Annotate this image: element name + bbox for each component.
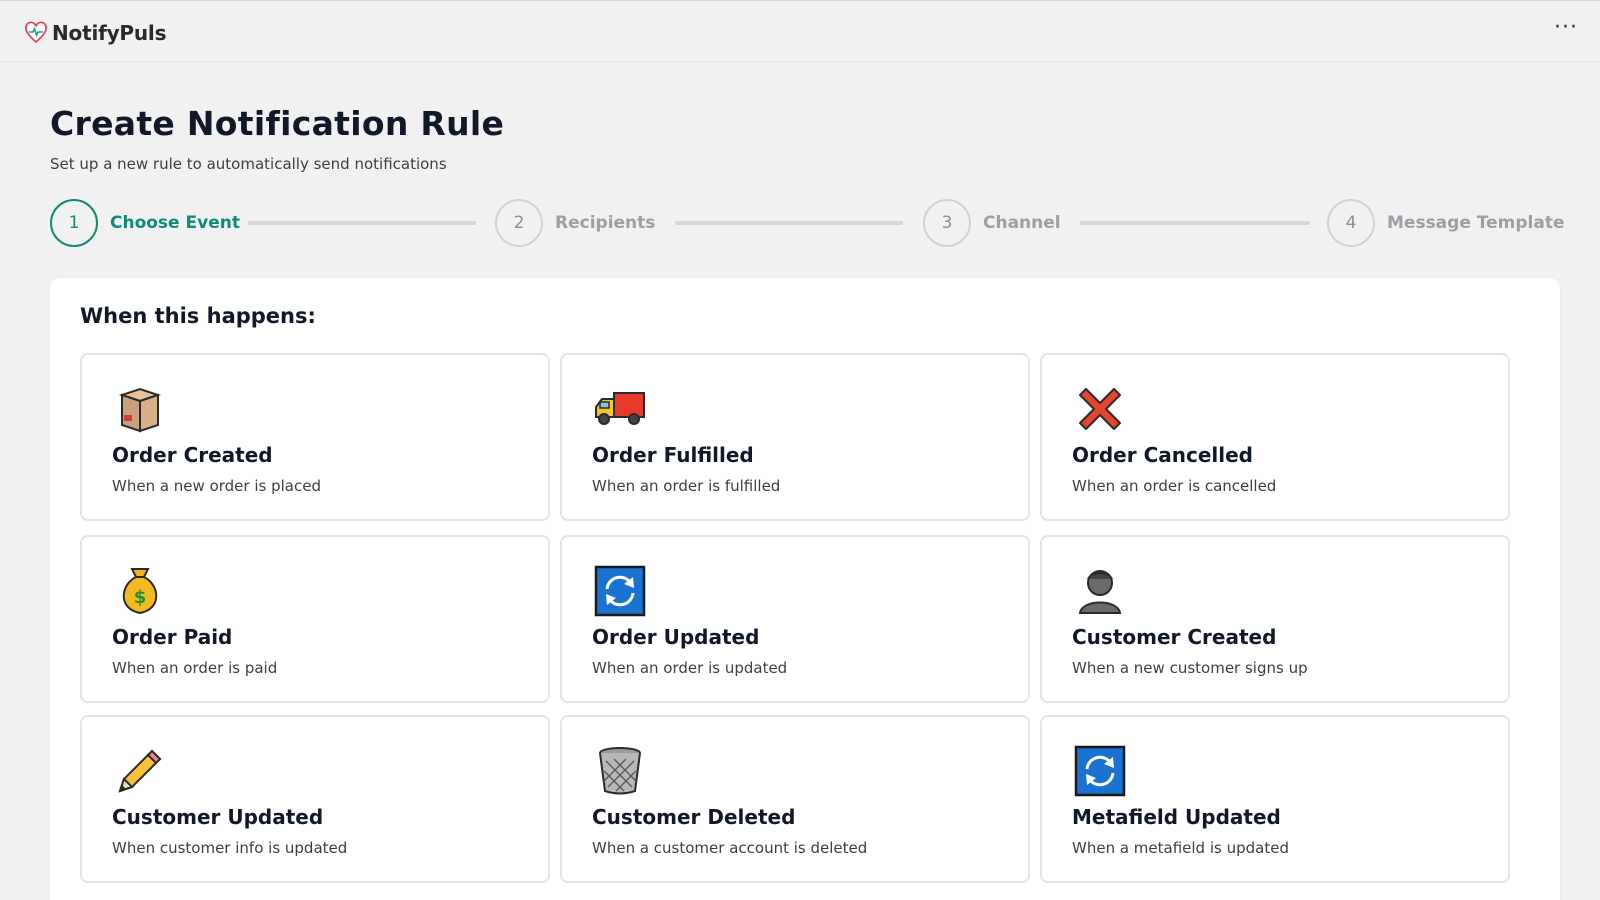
step-connector bbox=[248, 221, 476, 225]
page-title: Create Notification Rule bbox=[50, 104, 505, 143]
event-title: Order Fulfilled bbox=[592, 443, 754, 467]
step-number: 2 bbox=[495, 199, 543, 247]
event-title: Metafield Updated bbox=[1072, 805, 1281, 829]
event-description: When an order is paid bbox=[112, 659, 278, 677]
event-card-order-fulfilled[interactable]: Order Fulfilled When an order is fulfill… bbox=[560, 353, 1030, 521]
step-recipients[interactable]: 2 Recipients bbox=[495, 199, 655, 247]
event-title: Order Cancelled bbox=[1072, 443, 1253, 467]
event-card-order-cancelled[interactable]: Order Cancelled When an order is cancell… bbox=[1040, 353, 1510, 521]
more-options-icon[interactable]: ··· bbox=[1554, 17, 1578, 39]
event-title: Order Created bbox=[112, 443, 273, 467]
svg-text:$: $ bbox=[134, 587, 147, 608]
step-connector bbox=[1080, 221, 1310, 225]
page-subtitle: Set up a new rule to automatically send … bbox=[50, 155, 447, 173]
event-title: Customer Updated bbox=[112, 805, 324, 829]
step-number: 4 bbox=[1327, 199, 1375, 247]
event-description: When a new order is placed bbox=[112, 477, 321, 495]
event-card-customer-deleted[interactable]: Customer Deleted When a customer account… bbox=[560, 715, 1030, 883]
step-choose-event[interactable]: 1 Choose Event bbox=[50, 199, 240, 247]
heart-logo-icon bbox=[25, 21, 47, 44]
event-description: When a customer account is deleted bbox=[592, 839, 868, 857]
event-title: Order Updated bbox=[592, 625, 760, 649]
step-label: Message Template bbox=[1387, 213, 1565, 233]
event-description: When customer info is updated bbox=[112, 839, 348, 857]
wastebasket-icon bbox=[599, 747, 641, 795]
refresh-icon bbox=[1074, 745, 1126, 797]
event-card-customer-created[interactable]: Customer Created When a new customer sig… bbox=[1040, 535, 1510, 703]
refresh-icon bbox=[594, 565, 646, 617]
step-label: Choose Event bbox=[110, 213, 240, 233]
event-description: When an order is updated bbox=[592, 659, 788, 677]
stepper: 1 Choose Event 2 Recipients 3 Channel 4 … bbox=[50, 199, 1564, 247]
event-title: Customer Deleted bbox=[592, 805, 796, 829]
step-label: Channel bbox=[983, 213, 1061, 233]
event-description: When a new customer signs up bbox=[1072, 659, 1308, 677]
brand[interactable]: NotifyPuls bbox=[24, 21, 166, 45]
event-card-order-paid[interactable]: $ Order Paid When an order is paid bbox=[80, 535, 550, 703]
event-description: When an order is cancelled bbox=[1072, 477, 1277, 495]
top-bar: NotifyPuls ··· bbox=[0, 0, 1600, 62]
step-message-template[interactable]: 4 Message Template bbox=[1327, 199, 1564, 247]
event-description: When an order is fulfilled bbox=[592, 477, 781, 495]
truck-icon bbox=[595, 392, 645, 425]
step-number: 1 bbox=[50, 199, 98, 247]
step-channel[interactable]: 3 Channel bbox=[923, 199, 1061, 247]
event-card-order-created[interactable]: Order Created When a new order is placed bbox=[80, 353, 550, 521]
step-connector bbox=[675, 221, 903, 225]
step-label: Recipients bbox=[555, 213, 656, 233]
event-title: Customer Created bbox=[1072, 625, 1277, 649]
cross-mark-icon bbox=[1079, 388, 1121, 430]
event-card-customer-updated[interactable]: Customer Updated When customer info is u… bbox=[80, 715, 550, 883]
package-icon bbox=[118, 387, 162, 433]
money-bag-icon: $ bbox=[122, 568, 158, 615]
event-description: When a metafield is updated bbox=[1072, 839, 1289, 857]
event-panel: When this happens: Order Created When a … bbox=[50, 278, 1560, 900]
event-card-order-updated[interactable]: Order Updated When an order is updated bbox=[560, 535, 1030, 703]
panel-heading: When this happens: bbox=[80, 304, 316, 328]
app-name: NotifyPuls bbox=[52, 21, 167, 45]
step-number: 3 bbox=[923, 199, 971, 247]
person-icon bbox=[1078, 570, 1122, 614]
event-card-metafield-updated[interactable]: Metafield Updated When a metafield is up… bbox=[1040, 715, 1510, 883]
event-title: Order Paid bbox=[112, 625, 233, 649]
pencil-icon bbox=[118, 749, 162, 793]
